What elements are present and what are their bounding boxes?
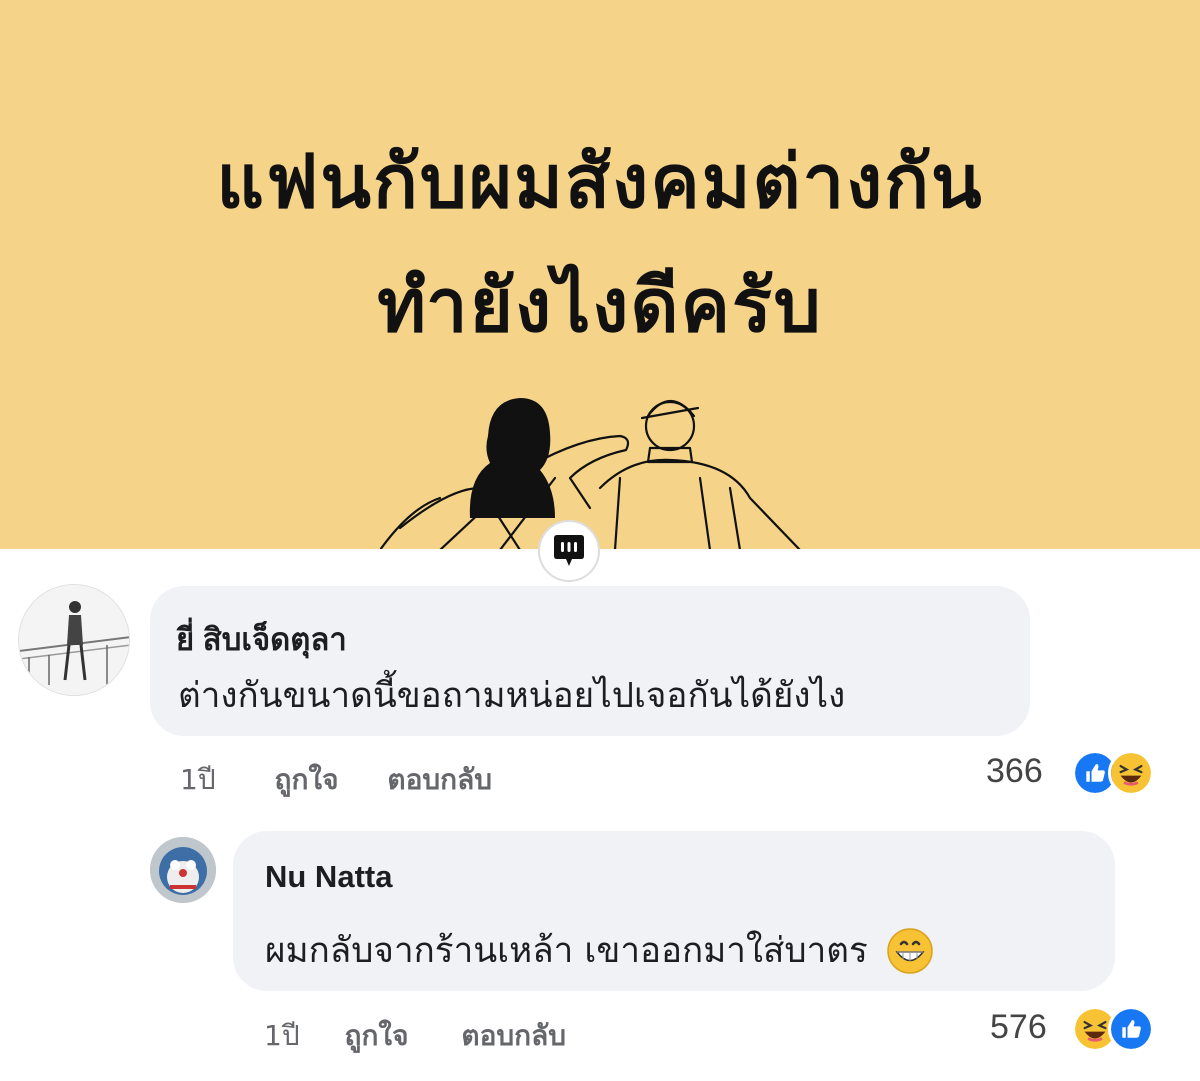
haha-icon <box>1108 750 1154 796</box>
comment-bubble: Nu Natta ผมกลับจากร้านเหล้า เขาออกมาใส่บ… <box>233 831 1115 991</box>
banner-title-line-1: แฟนกับผมสังคมต่างกัน <box>216 139 984 225</box>
comment-bubble-icon <box>538 520 600 582</box>
reaction-icons[interactable] <box>1072 750 1154 796</box>
comment-bubble: ยี่ สิบเจ็ดตุลา ต่างกันขนาดนี้ขอถามหน่อย… <box>150 586 1030 736</box>
like-link[interactable]: ถูกใจ <box>345 1014 409 1058</box>
reaction-count[interactable]: 366 <box>986 752 1043 791</box>
comment-timestamp[interactable]: 1ปี <box>264 1014 300 1058</box>
comment-text-content: ผมกลับจากร้านเหล้า เขาออกมาใส่บาตร <box>265 931 868 971</box>
comment-text: ต่างกันขนาดนี้ขอถามหน่อยไปเจอกันได้ยังไง <box>178 676 846 716</box>
reply-link[interactable]: ตอบกลับ <box>461 1014 566 1058</box>
comment-actions: 1ปี ถูกใจ ตอบกลับ <box>180 758 492 802</box>
grinning-face-icon <box>887 927 933 974</box>
reply-link[interactable]: ตอบกลับ <box>387 758 492 802</box>
comment-author[interactable]: Nu Natta <box>265 859 392 895</box>
comment-text: ผมกลับจากร้านเหล้า เขาออกมาใส่บาตร <box>265 923 934 978</box>
avatar[interactable] <box>18 584 130 696</box>
avatar[interactable] <box>150 837 216 903</box>
post-banner: แฟนกับผมสังคมต่างกัน ทำยังไงดีครับ <box>0 0 1200 549</box>
reaction-icons[interactable] <box>1072 1006 1154 1052</box>
comment-author[interactable]: ยี่ สิบเจ็ดตุลา <box>176 614 347 664</box>
couple-illustration <box>380 398 801 549</box>
banner-title-line-2: ทำยังไงดีครับ <box>377 263 823 349</box>
reaction-count[interactable]: 576 <box>990 1008 1047 1047</box>
like-link[interactable]: ถูกใจ <box>275 758 339 802</box>
banner-title: แฟนกับผมสังคมต่างกัน ทำยังไงดีครับ <box>0 120 1200 368</box>
like-icon <box>1108 1006 1154 1052</box>
comment-actions: 1ปี ถูกใจ ตอบกลับ <box>264 1014 566 1058</box>
comment-timestamp[interactable]: 1ปี <box>180 758 216 802</box>
